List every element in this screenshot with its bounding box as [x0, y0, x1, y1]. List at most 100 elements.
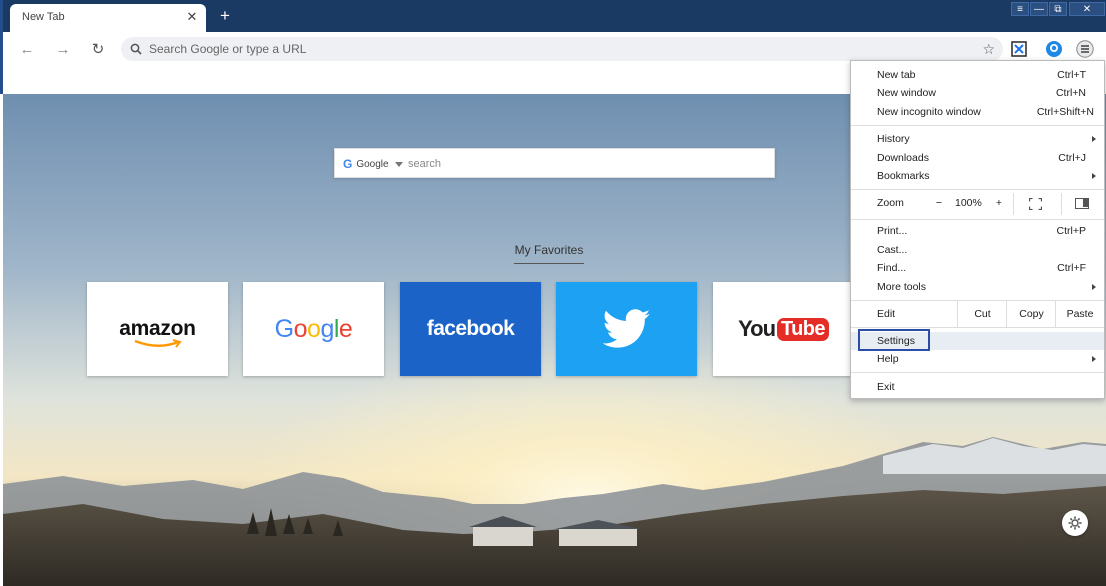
menu-item-label: Bookmarks — [877, 170, 930, 182]
google-letter: G — [274, 314, 294, 343]
menu-divider — [851, 327, 1104, 328]
submenu-arrow-icon — [1092, 173, 1096, 179]
youtube-logo: You Tube — [738, 316, 829, 342]
tab-strip: New Tab ✕ + ≡ — ⧉ ✕ — [0, 0, 1106, 32]
favorite-tile-twitter[interactable] — [556, 282, 697, 376]
amazon-logo-text: amazon — [119, 317, 196, 340]
menu-item-shortcut: Ctrl+J — [1058, 152, 1086, 164]
menu-divider — [1013, 193, 1014, 215]
twitter-bird-icon — [602, 309, 650, 348]
settings-highlight-box — [858, 329, 930, 351]
submenu-arrow-icon — [1092, 284, 1096, 290]
menu-item-downloads[interactable]: Downloads Ctrl+J — [851, 149, 1104, 167]
google-g-icon: G — [343, 157, 353, 171]
menu-item-label: More tools — [877, 281, 927, 293]
cut-button[interactable]: Cut — [957, 301, 1007, 327]
edit-label: Edit — [877, 308, 896, 320]
copy-button[interactable]: Copy — [1006, 301, 1056, 327]
zoom-level: 100% — [955, 197, 982, 209]
menu-item-label: Print... — [877, 225, 908, 237]
omnibox[interactable]: ☆ — [121, 37, 1003, 61]
menu-item-bookmarks[interactable]: Bookmarks — [851, 167, 1104, 185]
menu-item-new-tab[interactable]: New tab Ctrl+T — [851, 66, 1104, 84]
ntp-search-box[interactable]: G Google — [334, 148, 775, 178]
google-letter: e — [338, 314, 353, 343]
profile-avatar-icon[interactable] — [1045, 40, 1063, 58]
zoom-in-button[interactable]: + — [993, 197, 1005, 209]
restore-icon[interactable]: ⧉ — [1049, 2, 1067, 16]
window-menu-icon[interactable]: ≡ — [1011, 2, 1029, 16]
ntp-search-input[interactable] — [408, 156, 758, 172]
zoom-out-button[interactable]: − — [933, 197, 945, 209]
submenu-arrow-icon — [1092, 136, 1096, 142]
google-letter: g — [320, 314, 334, 343]
google-letter: o — [293, 314, 308, 343]
menu-item-exit[interactable]: Exit — [851, 378, 1104, 396]
menu-item-shortcut: Ctrl+N — [1055, 87, 1086, 99]
side-panel-icon[interactable] — [1075, 198, 1089, 209]
menu-item-more-tools[interactable]: More tools — [851, 278, 1104, 296]
amazon-logo: amazon — [119, 317, 196, 348]
menu-divider — [851, 219, 1104, 220]
search-engine-label: Google — [356, 158, 389, 170]
reload-icon[interactable]: ↻ — [87, 39, 109, 61]
gear-icon — [1068, 516, 1082, 530]
favorite-tile-youtube[interactable]: You Tube — [713, 282, 854, 376]
favorite-tile-facebook[interactable]: facebook — [400, 282, 541, 376]
menu-item-label: History — [877, 133, 910, 145]
fullscreen-icon[interactable] — [1029, 198, 1042, 210]
menu-divider — [851, 189, 1104, 190]
chevron-down-icon — [394, 161, 403, 167]
menu-item-new-incognito-window[interactable]: New incognito window Ctrl+Shift+N — [851, 103, 1104, 121]
screenshot-extension-icon[interactable] — [1010, 40, 1028, 58]
bookmark-star-icon[interactable]: ☆ — [982, 40, 995, 58]
forward-icon[interactable]: → — [52, 39, 74, 61]
menu-edit-row: Edit Cut Copy Paste — [851, 301, 1104, 327]
youtube-logo-tube: Tube — [777, 317, 829, 341]
menu-item-shortcut: Ctrl+Shift+N — [1036, 106, 1094, 118]
search-icon — [130, 43, 142, 55]
favorites-title: My Favorites — [514, 243, 584, 264]
menu-item-print[interactable]: Print... Ctrl+P — [851, 222, 1104, 240]
facebook-logo: facebook — [426, 317, 515, 340]
amazon-smile-icon — [134, 339, 183, 348]
menu-item-label: New incognito window — [877, 106, 981, 118]
menu-item-find[interactable]: Find... Ctrl+F — [851, 259, 1104, 277]
favorite-tile-amazon[interactable]: amazon — [87, 282, 228, 376]
tab-title: New Tab — [22, 11, 65, 23]
search-engine-selector[interactable]: G Google — [343, 157, 403, 171]
menu-item-label: Find... — [877, 262, 907, 274]
paste-button[interactable]: Paste — [1055, 301, 1104, 327]
close-window-icon[interactable]: ✕ — [1069, 2, 1105, 16]
minimize-icon[interactable]: — — [1030, 2, 1048, 16]
google-letter: o — [307, 314, 321, 343]
menu-item-shortcut: Ctrl+P — [1056, 225, 1086, 237]
menu-item-label: New tab — [877, 69, 916, 81]
menu-item-history[interactable]: History — [851, 130, 1104, 148]
zoom-label: Zoom — [877, 197, 904, 209]
menu-item-new-window[interactable]: New window Ctrl+N — [851, 84, 1104, 102]
back-icon[interactable]: ← — [16, 39, 38, 61]
favorite-tile-google[interactable]: Google — [243, 282, 384, 376]
menu-zoom-row: Zoom − 100% + — [851, 193, 1104, 215]
menu-item-shortcut: Ctrl+F — [1057, 262, 1086, 274]
menu-item-label: Help — [877, 353, 899, 365]
menu-item-cast[interactable]: Cast... — [851, 241, 1104, 259]
menu-divider — [1061, 193, 1062, 215]
menu-item-help[interactable]: Help — [851, 350, 1104, 368]
ntp-settings-button[interactable] — [1062, 510, 1088, 536]
menu-item-label: Cast... — [877, 244, 908, 256]
menu-icon[interactable] — [1076, 40, 1094, 58]
browser-main-menu: New tab Ctrl+T New window Ctrl+N New inc… — [850, 60, 1105, 399]
menu-item-label: Exit — [877, 381, 895, 393]
menu-item-label: New window — [877, 87, 936, 99]
youtube-logo-you: You — [738, 316, 776, 341]
tab-close-icon[interactable]: ✕ — [184, 9, 200, 25]
omnibox-input[interactable] — [149, 40, 959, 58]
menu-item-label: Downloads — [877, 152, 929, 164]
menu-divider — [851, 372, 1104, 373]
new-tab-button[interactable]: + — [215, 6, 235, 26]
google-logo: Google — [275, 315, 353, 344]
submenu-arrow-icon — [1092, 356, 1096, 362]
tab-new-tab[interactable]: New Tab ✕ — [10, 4, 206, 32]
